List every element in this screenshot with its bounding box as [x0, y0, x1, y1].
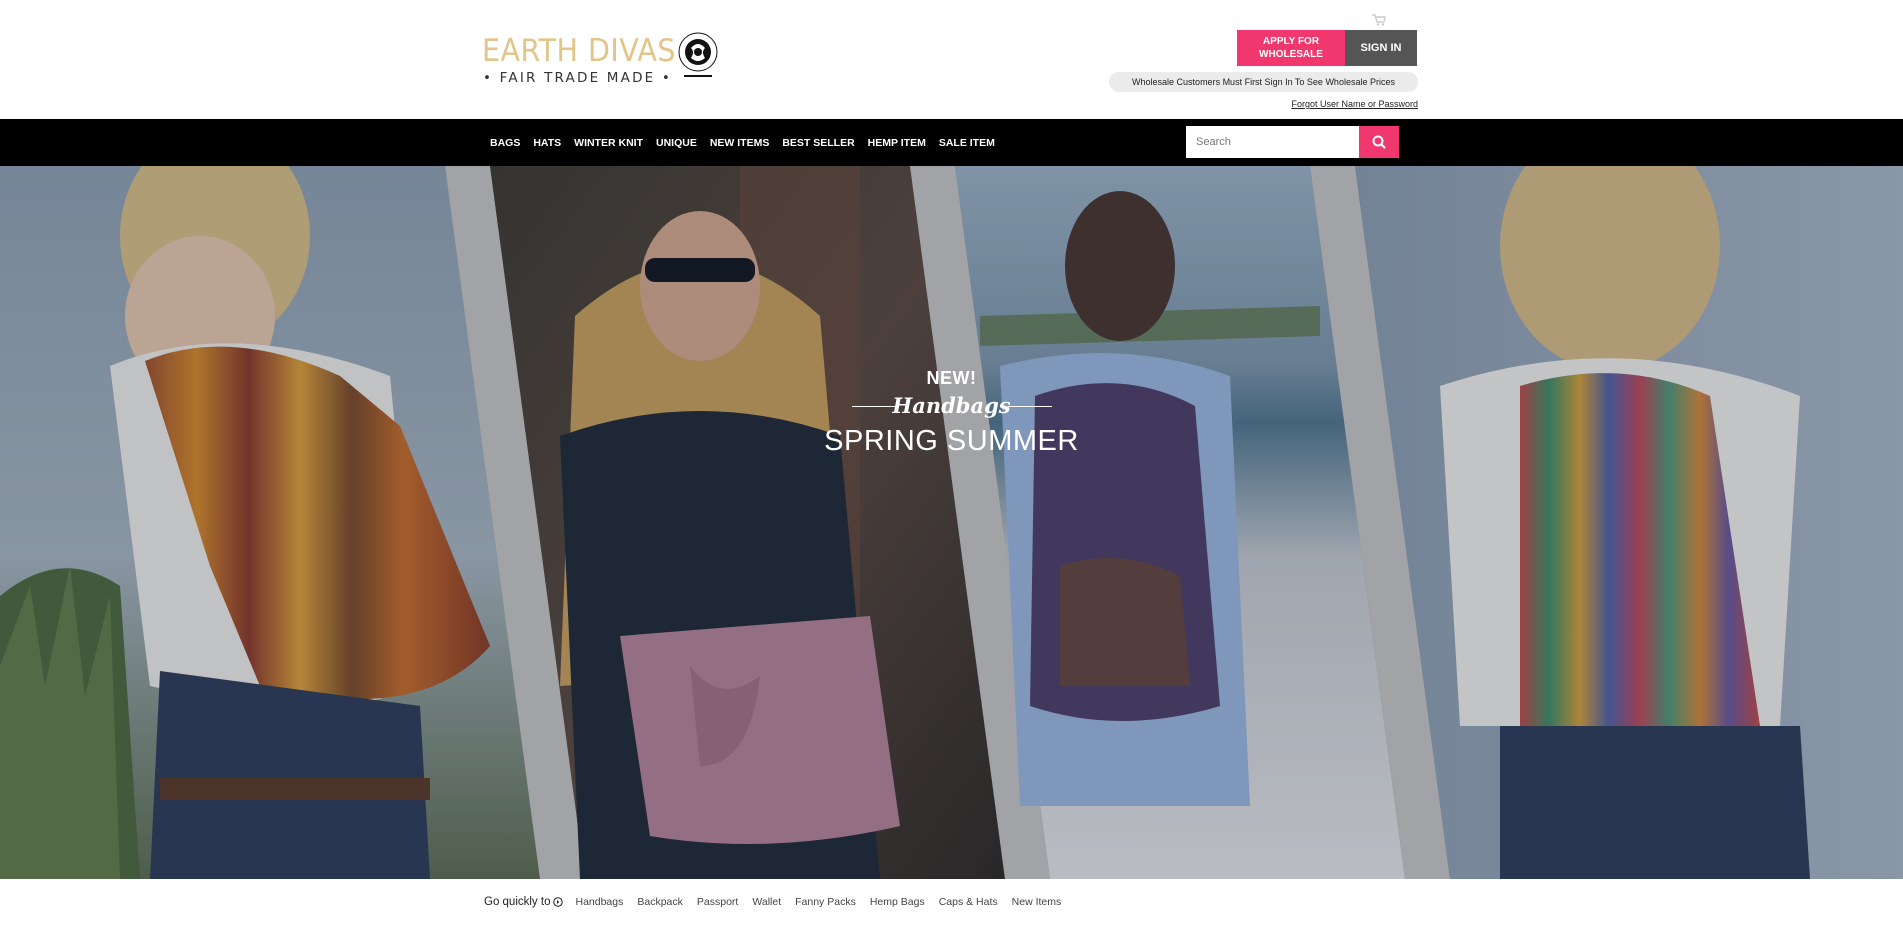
quick-link-passport[interactable]: Passport — [697, 896, 738, 908]
quick-links-bar: Go quickly to Handbags Backpack Passport… — [484, 890, 1075, 914]
quick-link-handbags[interactable]: Handbags — [575, 896, 623, 908]
nav-item-winter-knit[interactable]: WINTER KNIT — [574, 137, 643, 149]
sign-in-button[interactable]: SIGN IN — [1345, 30, 1417, 66]
nav-item-new-items[interactable]: NEW ITEMS — [710, 137, 770, 149]
quick-link-new-items[interactable]: New Items — [1012, 896, 1062, 908]
hero-banner[interactable]: NEW! Handbags SPRING SUMMER — [0, 166, 1903, 879]
nav-item-bags[interactable]: BAGS — [490, 137, 520, 149]
quick-link-hemp-bags[interactable]: Hemp Bags — [870, 896, 925, 908]
search-icon — [1372, 135, 1386, 149]
main-nav: BAGS HATS WINTER KNIT UNIQUE NEW ITEMS B… — [0, 119, 1903, 166]
forgot-credentials-link[interactable]: Forgot User Name or Password — [1280, 99, 1418, 109]
nav-item-sale-item[interactable]: SALE ITEM — [939, 137, 995, 149]
wholesale-notice: Wholesale Customers Must First Sign In T… — [1109, 72, 1418, 92]
hero-eyebrow: NEW! — [926, 368, 977, 388]
hero-divider-right — [1008, 406, 1052, 407]
nav-menu: BAGS HATS WINTER KNIT UNIQUE NEW ITEMS B… — [490, 119, 1008, 166]
quick-links-label-text: Go quickly to — [484, 896, 551, 908]
hero-script-title: Handbags — [892, 393, 1011, 418]
brand-logo[interactable]: EARTH DIVAS • FAIR TRADE MADE • — [482, 30, 722, 88]
brand-name: EARTH DIVAS — [482, 33, 676, 69]
nav-item-hats[interactable]: HATS — [533, 137, 561, 149]
quick-links-label: Go quickly to — [484, 896, 564, 908]
hero-caption: NEW! Handbags SPRING SUMMER — [0, 166, 1903, 879]
quick-link-fanny-packs[interactable]: Fanny Packs — [795, 896, 856, 908]
cart-icon[interactable] — [1372, 14, 1386, 26]
quick-link-backpack[interactable]: Backpack — [637, 896, 683, 908]
nav-item-best-seller[interactable]: BEST SELLER — [782, 137, 854, 149]
nav-item-hemp-item[interactable]: HEMP ITEM — [868, 137, 926, 149]
circle-arrow-right-icon — [553, 897, 564, 907]
brand-tagline: • FAIR TRADE MADE • — [483, 70, 673, 86]
quick-link-caps-hats[interactable]: Caps & Hats — [939, 896, 998, 908]
hero-title: SPRING SUMMER — [824, 425, 1079, 457]
search-button[interactable] — [1359, 126, 1399, 158]
quick-link-wallet[interactable]: Wallet — [752, 896, 781, 908]
site-header: EARTH DIVAS • FAIR TRADE MADE • APPLY FO… — [0, 0, 1903, 119]
apply-wholesale-button[interactable]: APPLY FOR WHOLESALE — [1237, 30, 1345, 66]
search-input[interactable] — [1186, 126, 1359, 158]
seal-icon — [678, 32, 718, 77]
nav-item-unique[interactable]: UNIQUE — [656, 137, 697, 149]
